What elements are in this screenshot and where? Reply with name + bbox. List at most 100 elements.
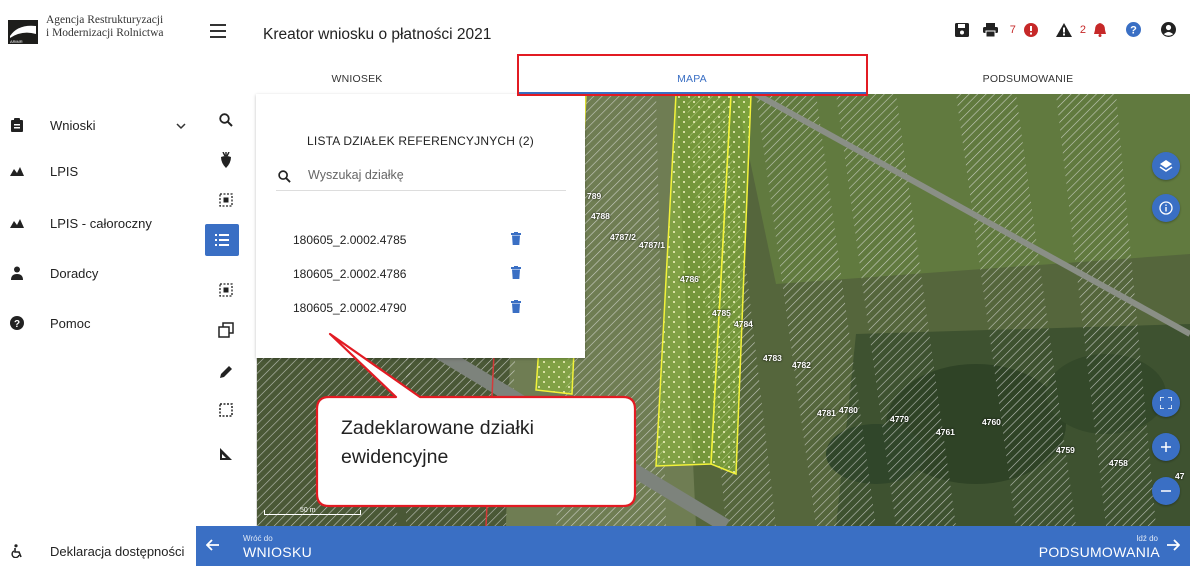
measure-tool[interactable] <box>206 438 246 470</box>
search-tool[interactable] <box>206 104 246 136</box>
layers-button[interactable] <box>1152 152 1180 180</box>
sidebar-item-label: Doradcy <box>50 265 99 281</box>
list-item[interactable]: 180605_2.0002.4786 <box>293 264 533 284</box>
minus-icon <box>1161 490 1171 492</box>
plot-number-label: 4786 <box>680 274 699 284</box>
copy-geometry-tool[interactable] <box>206 314 246 346</box>
warning-count: 2 <box>1079 23 1086 36</box>
parcel-id: 180605_2.0002.4790 <box>293 301 407 315</box>
parcel-id: 180605_2.0002.4785 <box>293 233 407 247</box>
trash-icon[interactable] <box>511 300 521 318</box>
help-icon: ? <box>10 316 24 330</box>
help-icon[interactable]: ? <box>1126 22 1141 37</box>
pencil-icon <box>220 366 232 378</box>
plot-number-label: 4785 <box>712 308 731 318</box>
plot-number-label: 789 <box>587 191 602 201</box>
print-icon[interactable] <box>982 22 998 37</box>
plot-number-label: 4787/1 <box>639 240 665 250</box>
error-alert-icon[interactable] <box>1023 22 1038 37</box>
list-item[interactable]: 180605_2.0002.4785 <box>293 230 533 250</box>
plot-number-label: 4781 <box>817 408 836 418</box>
sidebar-item-doradcy[interactable]: Doradcy <box>0 258 196 288</box>
arrow-left-icon[interactable] <box>205 538 220 557</box>
ruler-triangle-icon <box>220 448 232 460</box>
tab-highlight-box <box>517 54 868 96</box>
trash-icon[interactable] <box>511 266 521 284</box>
plot-number-label: 47 <box>1175 471 1185 481</box>
rectangle-select-tool[interactable] <box>206 394 246 426</box>
fullscreen-icon <box>1160 397 1172 409</box>
callout-line1: Zadeklarowane działki <box>341 417 534 439</box>
parcel-list-tool[interactable] <box>205 224 239 256</box>
clipboard-icon <box>10 118 24 132</box>
callout-text: Zadeklarowane działki ewidencyjne <box>341 414 631 472</box>
crop-tool[interactable] <box>206 144 246 176</box>
tab-podsumowanie[interactable]: PODSUMOWANIE <box>866 66 1190 92</box>
go-to-summary-button[interactable]: PODSUMOWANIA <box>1039 544 1160 560</box>
plot-number-label: 4788 <box>591 211 610 221</box>
sidebar-item-lpis[interactable]: LPIS <box>0 156 196 186</box>
svg-text:?: ? <box>14 319 20 330</box>
plot-number-label: 4784 <box>734 319 753 329</box>
warning-icon[interactable] <box>1055 22 1072 37</box>
sidebar-item-pomoc[interactable]: ? Pomoc <box>0 308 196 338</box>
chevron-down-icon[interactable] <box>176 118 186 136</box>
select-parcel-tool-2[interactable] <box>206 274 246 306</box>
select-parcel-tool[interactable] <box>206 184 246 216</box>
bell-icon[interactable] <box>1094 22 1106 37</box>
arrow-right-icon[interactable] <box>1166 538 1181 557</box>
logo-badge: ARiMR <box>10 39 23 44</box>
select-area-icon <box>219 193 233 207</box>
sidebar: ARiMR Agencja Restrukturyzacji i Moderni… <box>0 0 196 566</box>
sidebar-item-lpis-caloroczny[interactable]: LPIS - całoroczny <box>0 208 196 238</box>
panel-title: LISTA DZIAŁEK REFERENCYJNYCH (2) <box>307 134 534 148</box>
beet-icon <box>221 152 231 168</box>
list-icon <box>215 234 229 246</box>
fullscreen-button[interactable] <box>1152 389 1180 417</box>
zoom-in-button[interactable] <box>1152 433 1180 461</box>
draw-tool[interactable] <box>206 356 246 388</box>
info-button[interactable] <box>1152 194 1180 222</box>
search-icon <box>219 113 233 127</box>
user-account-icon[interactable] <box>1161 22 1176 37</box>
sidebar-item-label: LPIS - całoroczny <box>50 215 152 231</box>
tab-wniosek[interactable]: WNIOSEK <box>196 66 518 92</box>
error-count: 7 <box>1009 23 1016 36</box>
callout-line2: ewidencyjne <box>341 446 449 468</box>
accessibility-declaration-link[interactable]: Deklaracja dostępności <box>0 536 196 566</box>
plot-number-label: 4782 <box>792 360 811 370</box>
plot-number-label: 4780 <box>839 405 858 415</box>
plot-number-label: 4761 <box>936 427 955 437</box>
person-icon <box>10 266 24 280</box>
page-title: Kreator wniosku o płatności 2021 <box>263 26 492 43</box>
list-item[interactable]: 180605_2.0002.4790 <box>293 298 533 318</box>
zoom-out-button[interactable] <box>1152 477 1180 505</box>
plot-number-label: 4758 <box>1109 458 1128 468</box>
map-scale-label: 50 m <box>300 507 316 514</box>
back-to-application-button[interactable]: WNIOSKU <box>243 544 312 560</box>
search-icon <box>278 170 291 183</box>
sidebar-item-wnioski[interactable]: Wnioski <box>0 110 196 140</box>
save-icon[interactable] <box>954 22 969 37</box>
back-caption: Wróć do <box>243 534 273 543</box>
hamburger-menu-icon[interactable] <box>210 24 226 38</box>
accessibility-label: Deklaracja dostępności <box>50 543 185 559</box>
parcel-search-input[interactable] <box>306 167 560 183</box>
sidebar-item-label: Wnioski <box>50 117 96 133</box>
next-caption: Idź do <box>1136 534 1158 543</box>
trash-icon[interactable] <box>511 232 521 250</box>
sidebar-item-label: Pomoc <box>50 315 91 331</box>
plot-number-label: 4760 <box>982 417 1001 427</box>
info-icon <box>1159 201 1173 215</box>
bottom-navigation-bar: Wróć do WNIOSKU Idź do PODSUMOWANIA <box>196 526 1190 566</box>
arimr-logo[interactable]: ARiMR Agencja Restrukturyzacji i Moderni… <box>8 14 188 50</box>
reference-parcels-panel: LISTA DZIAŁEK REFERENCYJNYCH (2) 180605_… <box>256 94 585 358</box>
plot-number-label: 4783 <box>763 353 782 363</box>
svg-text:?: ? <box>1130 25 1137 37</box>
sidebar-item-label: LPIS <box>50 163 79 179</box>
toolbar-icons: 7 2 ? <box>954 22 1176 37</box>
parcel-id: 180605_2.0002.4786 <box>293 267 407 281</box>
accessibility-icon <box>10 544 24 558</box>
plot-number-label: 4787/2 <box>610 232 636 242</box>
logo-line2: i Modernizacji Rolnictwa <box>46 27 164 39</box>
